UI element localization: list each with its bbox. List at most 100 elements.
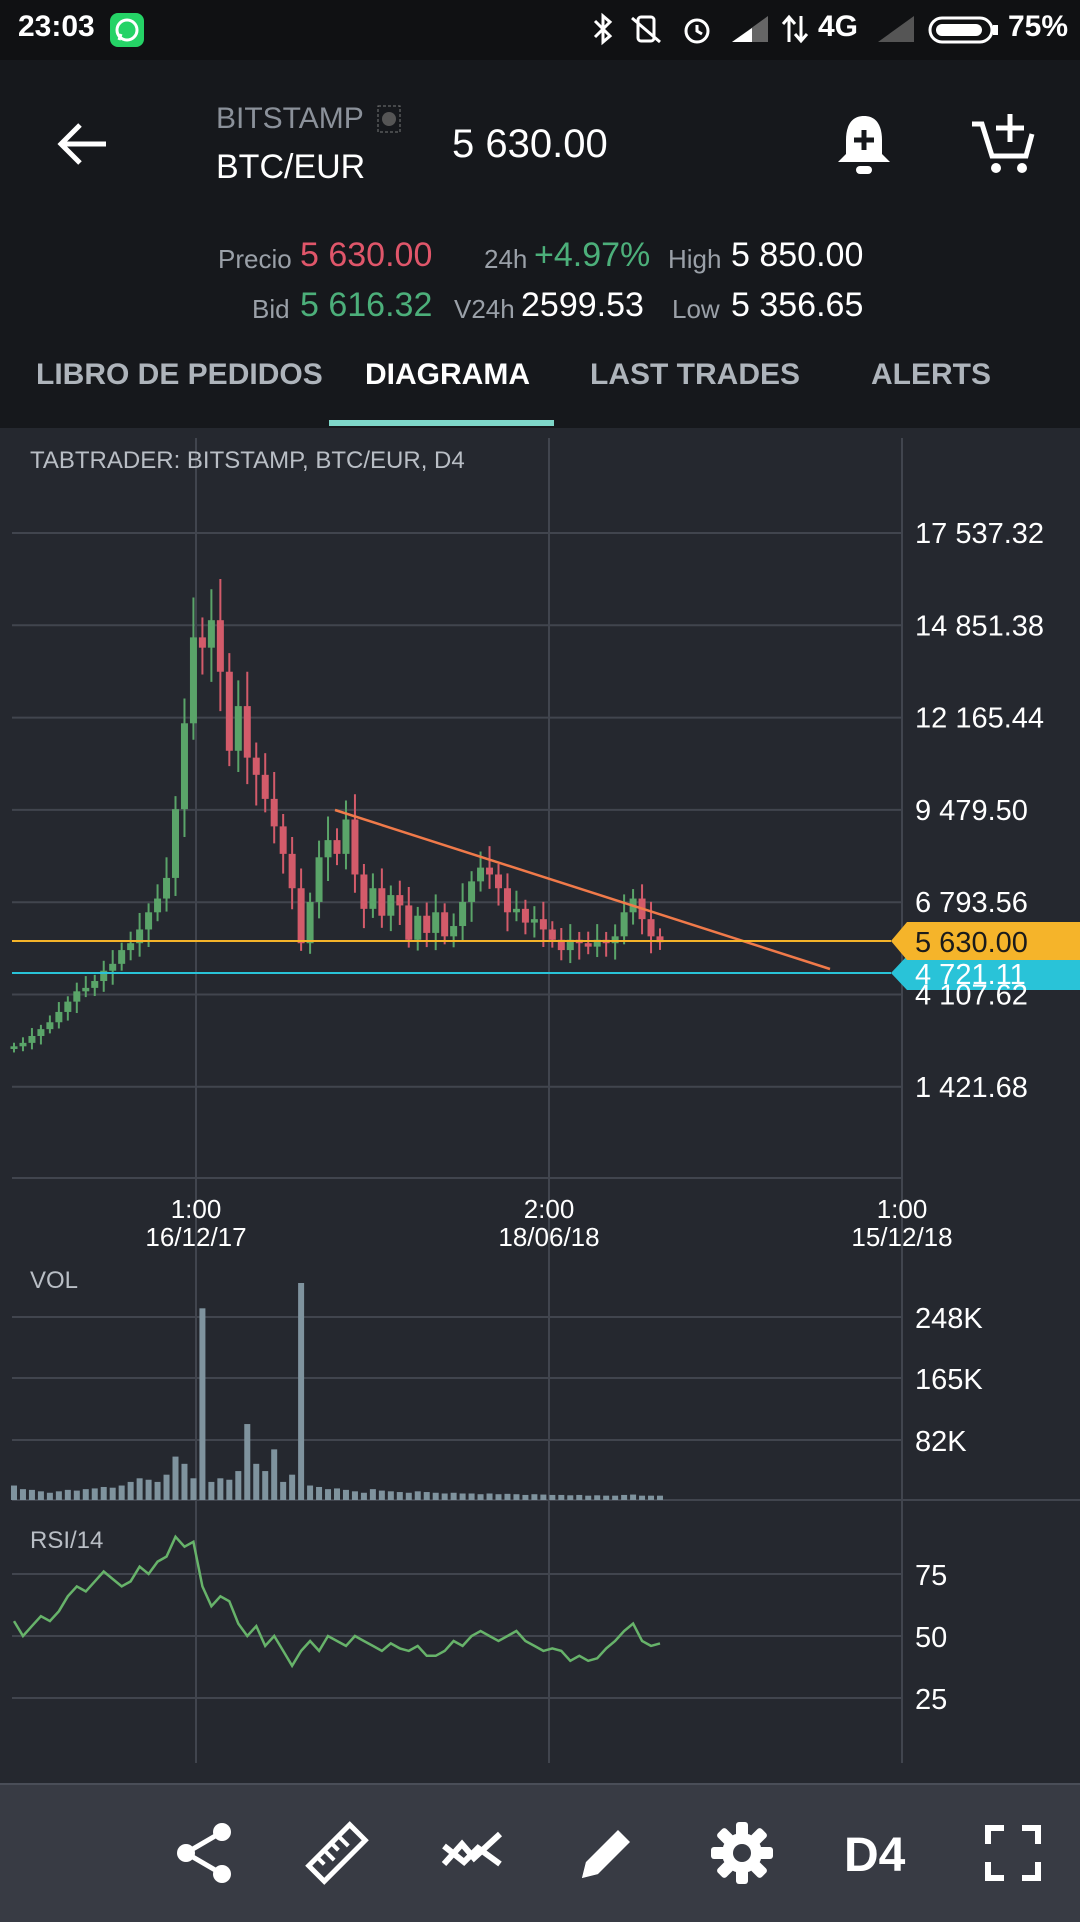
candle-body	[378, 888, 386, 916]
volume-bar	[531, 1494, 538, 1500]
h24-value: +4.97%	[534, 236, 651, 274]
precio-value: 5 630.00	[300, 236, 433, 274]
volume-bar	[387, 1491, 394, 1500]
volume-bar	[522, 1494, 529, 1500]
whatsapp-icon	[110, 13, 144, 47]
battery-icon	[928, 16, 1000, 49]
volume-bar	[46, 1492, 53, 1500]
price-tick-label: 12 165.44	[915, 703, 1044, 735]
volume-bar	[244, 1424, 251, 1500]
back-arrow-icon[interactable]	[56, 117, 110, 176]
volume-bar	[441, 1493, 448, 1500]
candle-body	[37, 1029, 45, 1036]
candle-body	[495, 874, 502, 889]
price-chart[interactable]: TABTRADER: BITSTAMP, BTC/EUR, D4 4 721.1…	[0, 428, 1080, 1783]
volume-bar	[657, 1495, 663, 1500]
candle-body	[73, 991, 81, 1002]
candle-body	[46, 1022, 54, 1030]
chart-title: TABTRADER: BITSTAMP, BTC/EUR, D4	[30, 447, 465, 474]
volume-bar	[603, 1495, 610, 1500]
high-label: High	[668, 244, 722, 274]
active-tab-indicator	[329, 420, 554, 426]
data-icon	[780, 12, 810, 51]
tab-alerts[interactable]: ALERTS	[871, 358, 991, 392]
volume-bar	[235, 1471, 242, 1500]
volume-bar	[28, 1489, 35, 1500]
volume-bar	[567, 1495, 574, 1500]
candle-body	[154, 898, 162, 913]
candle-body	[396, 895, 404, 906]
tab-diagrama[interactable]: DIAGRAMA	[365, 358, 530, 392]
candle-body	[10, 1046, 18, 1049]
candle-body	[261, 774, 269, 799]
volume-bar	[280, 1481, 287, 1500]
volume-bar	[316, 1486, 323, 1500]
bell-plus-icon[interactable]	[834, 112, 894, 185]
candle-body	[450, 926, 458, 937]
volume-bar	[342, 1489, 349, 1500]
candles-group	[10, 578, 664, 1053]
header-price: 5 630.00	[452, 122, 608, 166]
volume-bar	[477, 1494, 484, 1500]
candle-body	[118, 950, 126, 964]
volume-bar	[307, 1485, 314, 1500]
volume-bar	[271, 1449, 278, 1500]
rsi-tick-label: 75	[915, 1560, 947, 1592]
volume-bar	[504, 1493, 511, 1500]
candle-body	[270, 798, 278, 827]
volume-bar	[648, 1495, 655, 1500]
indicators-icon[interactable]	[438, 1818, 508, 1888]
candle-body	[207, 620, 215, 648]
candle-body	[324, 840, 332, 858]
timeframe-button[interactable]: D4	[844, 1828, 905, 1883]
tab-last-trades[interactable]: LAST TRADES	[590, 358, 800, 392]
x-tick-time: 1:00	[877, 1194, 928, 1224]
volume-bar	[540, 1494, 547, 1500]
volume-bar	[154, 1481, 161, 1500]
price-tick-label: 17 537.32	[915, 518, 1044, 550]
fullscreen-icon[interactable]	[978, 1818, 1048, 1888]
volume-bar	[549, 1494, 556, 1500]
price-marker-label: 5 630.00	[915, 927, 1028, 959]
candle-body	[252, 757, 260, 775]
volume-bar	[100, 1486, 107, 1500]
volume-bar	[145, 1479, 152, 1500]
candle-body	[432, 912, 440, 933]
x-tick-date: 16/12/17	[145, 1222, 246, 1252]
candle-body	[405, 905, 413, 940]
v24h-label: V24h	[454, 294, 515, 324]
volume-bar	[612, 1495, 619, 1500]
candle-body	[477, 867, 485, 882]
price-tick-label: 14 851.38	[915, 610, 1044, 642]
tab-libro-de-pedidos[interactable]: LIBRO DE PEDIDOS	[36, 358, 323, 392]
share-icon[interactable]	[170, 1818, 240, 1888]
price-tick-label: 6 793.56	[915, 887, 1028, 919]
x-tick-date: 15/12/18	[851, 1222, 952, 1252]
bid-label: Bid	[252, 294, 290, 324]
candle-body	[216, 620, 224, 672]
volume-bar	[513, 1494, 520, 1500]
rsi-tick-label: 25	[915, 1684, 947, 1716]
volume-bars-group: 248K 165K 82K	[11, 1283, 983, 1500]
volume-bar	[262, 1471, 269, 1500]
volume-bar	[19, 1489, 26, 1500]
candle-body	[351, 819, 359, 875]
candle-body	[503, 888, 511, 913]
candle-body	[539, 919, 547, 930]
settings-gear-icon[interactable]	[707, 1818, 777, 1888]
ruler-icon[interactable]	[302, 1818, 372, 1888]
volume-bar	[64, 1489, 71, 1500]
candle-body	[127, 943, 135, 951]
candle-body	[198, 637, 206, 648]
volume-bar	[11, 1485, 17, 1500]
volume-bar	[423, 1492, 430, 1500]
bid-value: 5 616.32	[300, 286, 433, 324]
pencil-icon[interactable]	[572, 1818, 642, 1888]
candle-body	[82, 987, 90, 992]
candle-body	[288, 853, 296, 889]
bottom-toolbar	[0, 1783, 1080, 1922]
volume-bar	[360, 1492, 367, 1500]
volume-title: VOL	[30, 1267, 78, 1294]
volume-bar	[82, 1489, 89, 1500]
cart-plus-icon[interactable]	[970, 110, 1038, 183]
